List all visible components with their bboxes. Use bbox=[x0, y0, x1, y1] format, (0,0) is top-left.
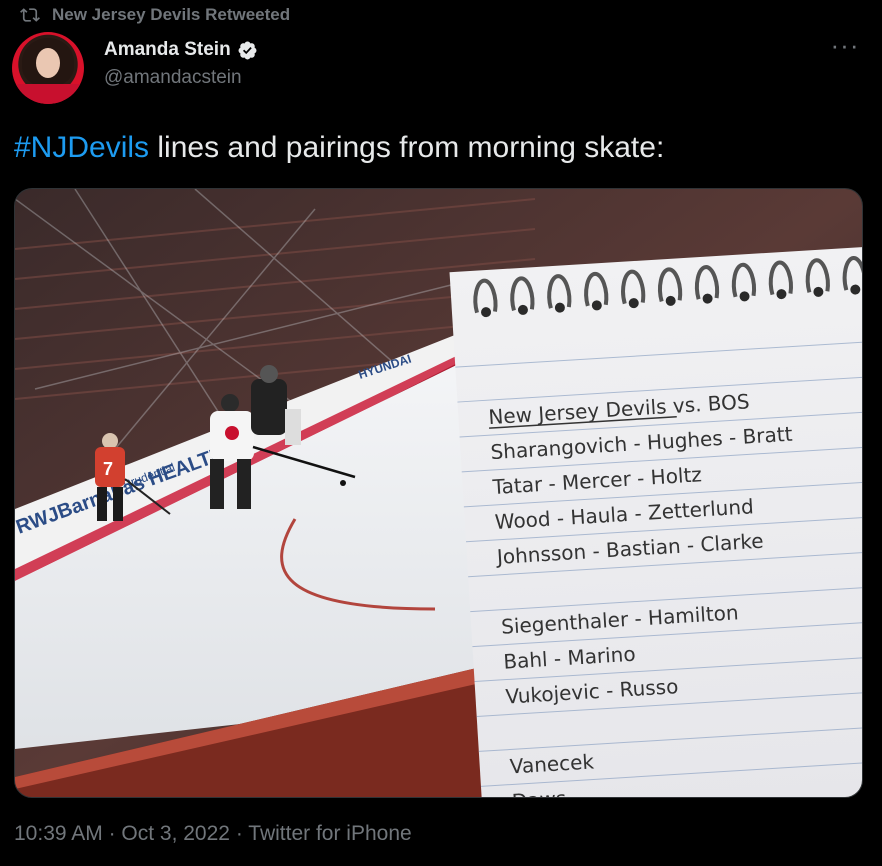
avatar-face bbox=[36, 48, 60, 78]
author-handle[interactable]: @amandacstein bbox=[104, 67, 258, 89]
tweet-source[interactable]: Twitter for iPhone bbox=[248, 822, 411, 845]
player-number: 7 bbox=[103, 459, 113, 479]
retweet-header[interactable]: New Jersey Devils Retweeted bbox=[20, 4, 290, 26]
footer-separator: · bbox=[229, 822, 249, 845]
avatar-shirt bbox=[12, 84, 84, 104]
retweet-label: New Jersey Devils Retweeted bbox=[52, 5, 291, 24]
tweet-time[interactable]: 10:39 AM bbox=[14, 822, 103, 845]
author-name[interactable]: Amanda Stein bbox=[104, 38, 231, 62]
avatar[interactable] bbox=[12, 32, 84, 104]
tweet-photo[interactable]: HYUNDAI RWJBarnabas HEALTH Prudential 7 bbox=[14, 188, 863, 798]
photo-illustration: HYUNDAI RWJBarnabas HEALTH Prudential 7 bbox=[15, 189, 862, 797]
footer-separator: · bbox=[102, 822, 122, 845]
tweet-body: lines and pairings from morning skate: bbox=[149, 131, 665, 164]
notepad: New Jersey Devils vs. BOS Sharangovich -… bbox=[449, 246, 862, 797]
verified-badge-icon bbox=[238, 41, 257, 59]
tweet-footer: 10:39 AM · Oct 3, 2022 · Twitter for iPh… bbox=[14, 822, 412, 846]
tweet-date[interactable]: Oct 3, 2022 bbox=[121, 822, 230, 845]
author-block[interactable]: Amanda Stein @amandacstein bbox=[104, 38, 258, 89]
author-name-row[interactable]: Amanda Stein bbox=[104, 38, 258, 62]
retweet-icon bbox=[20, 8, 40, 22]
hashtag-link[interactable]: #NJDevils bbox=[14, 131, 149, 164]
more-options-icon[interactable]: ··· bbox=[830, 32, 860, 62]
tweet-text: #NJDevils lines and pairings from mornin… bbox=[14, 128, 864, 168]
